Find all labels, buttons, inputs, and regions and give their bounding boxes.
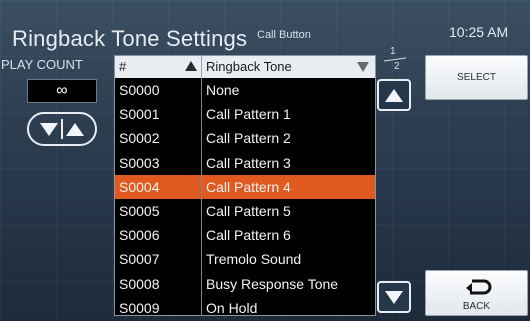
return-arrow-icon — [466, 279, 492, 295]
list-item[interactable]: S0000 None — [115, 78, 375, 102]
column-divider — [201, 78, 202, 316]
ringback-tone-list[interactable]: # Ringback Tone S0000 None S0001 Call Patte… — [114, 55, 376, 316]
clock: 10:25 AM — [449, 24, 509, 40]
list-header: # Ringback Tone — [115, 56, 375, 78]
list-item-number: S0008 — [119, 275, 160, 292]
list-item-number: S0004 — [119, 178, 160, 195]
list-item[interactable]: S0001 Call Pattern 1 — [115, 102, 375, 126]
page-current: 1 — [390, 46, 396, 57]
list-item[interactable]: S0009 On Hold — [115, 296, 375, 320]
scroll-down-button[interactable] — [377, 281, 411, 313]
triangle-down-icon — [40, 122, 58, 136]
sort-descending-icon[interactable] — [357, 62, 369, 72]
list-rows: S0000 None S0001 Call Pattern 1 S0002 Call Pa… — [115, 78, 375, 320]
back-button[interactable]: BACK — [425, 270, 528, 316]
back-button-label: BACK — [462, 301, 491, 312]
play-count-label: PLAY COUNT — [1, 57, 83, 72]
list-item-number: S0003 — [119, 154, 160, 171]
page-indicator: 1 2 — [380, 46, 410, 74]
list-item[interactable]: S0007 Tremolo Sound — [115, 247, 375, 271]
list-item[interactable]: S0006 Call Pattern 6 — [115, 223, 375, 247]
list-item-tone: None — [206, 82, 240, 98]
list-item-number: S0002 — [119, 130, 160, 147]
list-item-number: S0006 — [119, 227, 160, 244]
list-item[interactable]: S0003 Call Pattern 3 — [115, 151, 375, 175]
list-item-tone: On Hold — [206, 299, 258, 316]
play-count-decrease-button[interactable] — [37, 115, 61, 143]
list-item[interactable]: S0002 Call Pattern 2 — [115, 126, 375, 150]
list-item[interactable]: S0004 Call Pattern 4 — [115, 174, 375, 199]
list-item-tone: Call Pattern 4 — [206, 178, 291, 195]
list-item-tone: Call Pattern 1 — [206, 106, 291, 123]
list-item[interactable]: S0008 Busy Response Tone — [115, 272, 375, 296]
page-subtitle: Call Button — [257, 29, 311, 41]
list-item-tone: Call Pattern 6 — [206, 227, 291, 244]
list-item-tone: Call Pattern 2 — [206, 130, 291, 147]
column-header-tone[interactable]: Ringback Tone — [206, 59, 292, 74]
triangle-up-icon — [66, 122, 84, 136]
column-header-number[interactable]: # — [119, 59, 126, 74]
list-item-number: S0005 — [119, 202, 160, 219]
list-item[interactable]: S0005 Call Pattern 5 — [115, 199, 375, 223]
header-divider — [201, 56, 202, 78]
list-item-number: S0007 — [119, 251, 160, 268]
list-item-number: S0001 — [119, 106, 160, 123]
list-item-number: S0000 — [119, 82, 160, 98]
list-item-tone: Call Pattern 5 — [206, 202, 291, 219]
page-total: 2 — [394, 61, 400, 72]
page-title: Ringback Tone Settings — [12, 26, 248, 51]
list-item-tone: Call Pattern 3 — [206, 154, 291, 171]
list-item-number: S0009 — [119, 299, 160, 316]
play-count-increase-button[interactable] — [63, 115, 87, 143]
triangle-down-icon — [385, 290, 403, 304]
select-button[interactable]: SELECT — [425, 55, 528, 100]
list-item-tone: Tremolo Sound — [206, 251, 302, 268]
list-item-tone: Busy Response Tone — [206, 275, 339, 292]
play-count-stepper[interactable] — [27, 112, 97, 146]
scroll-up-button[interactable] — [377, 79, 411, 111]
sort-ascending-icon[interactable] — [185, 61, 197, 71]
triangle-up-icon — [385, 88, 403, 102]
play-count-value: ∞ — [27, 79, 97, 103]
